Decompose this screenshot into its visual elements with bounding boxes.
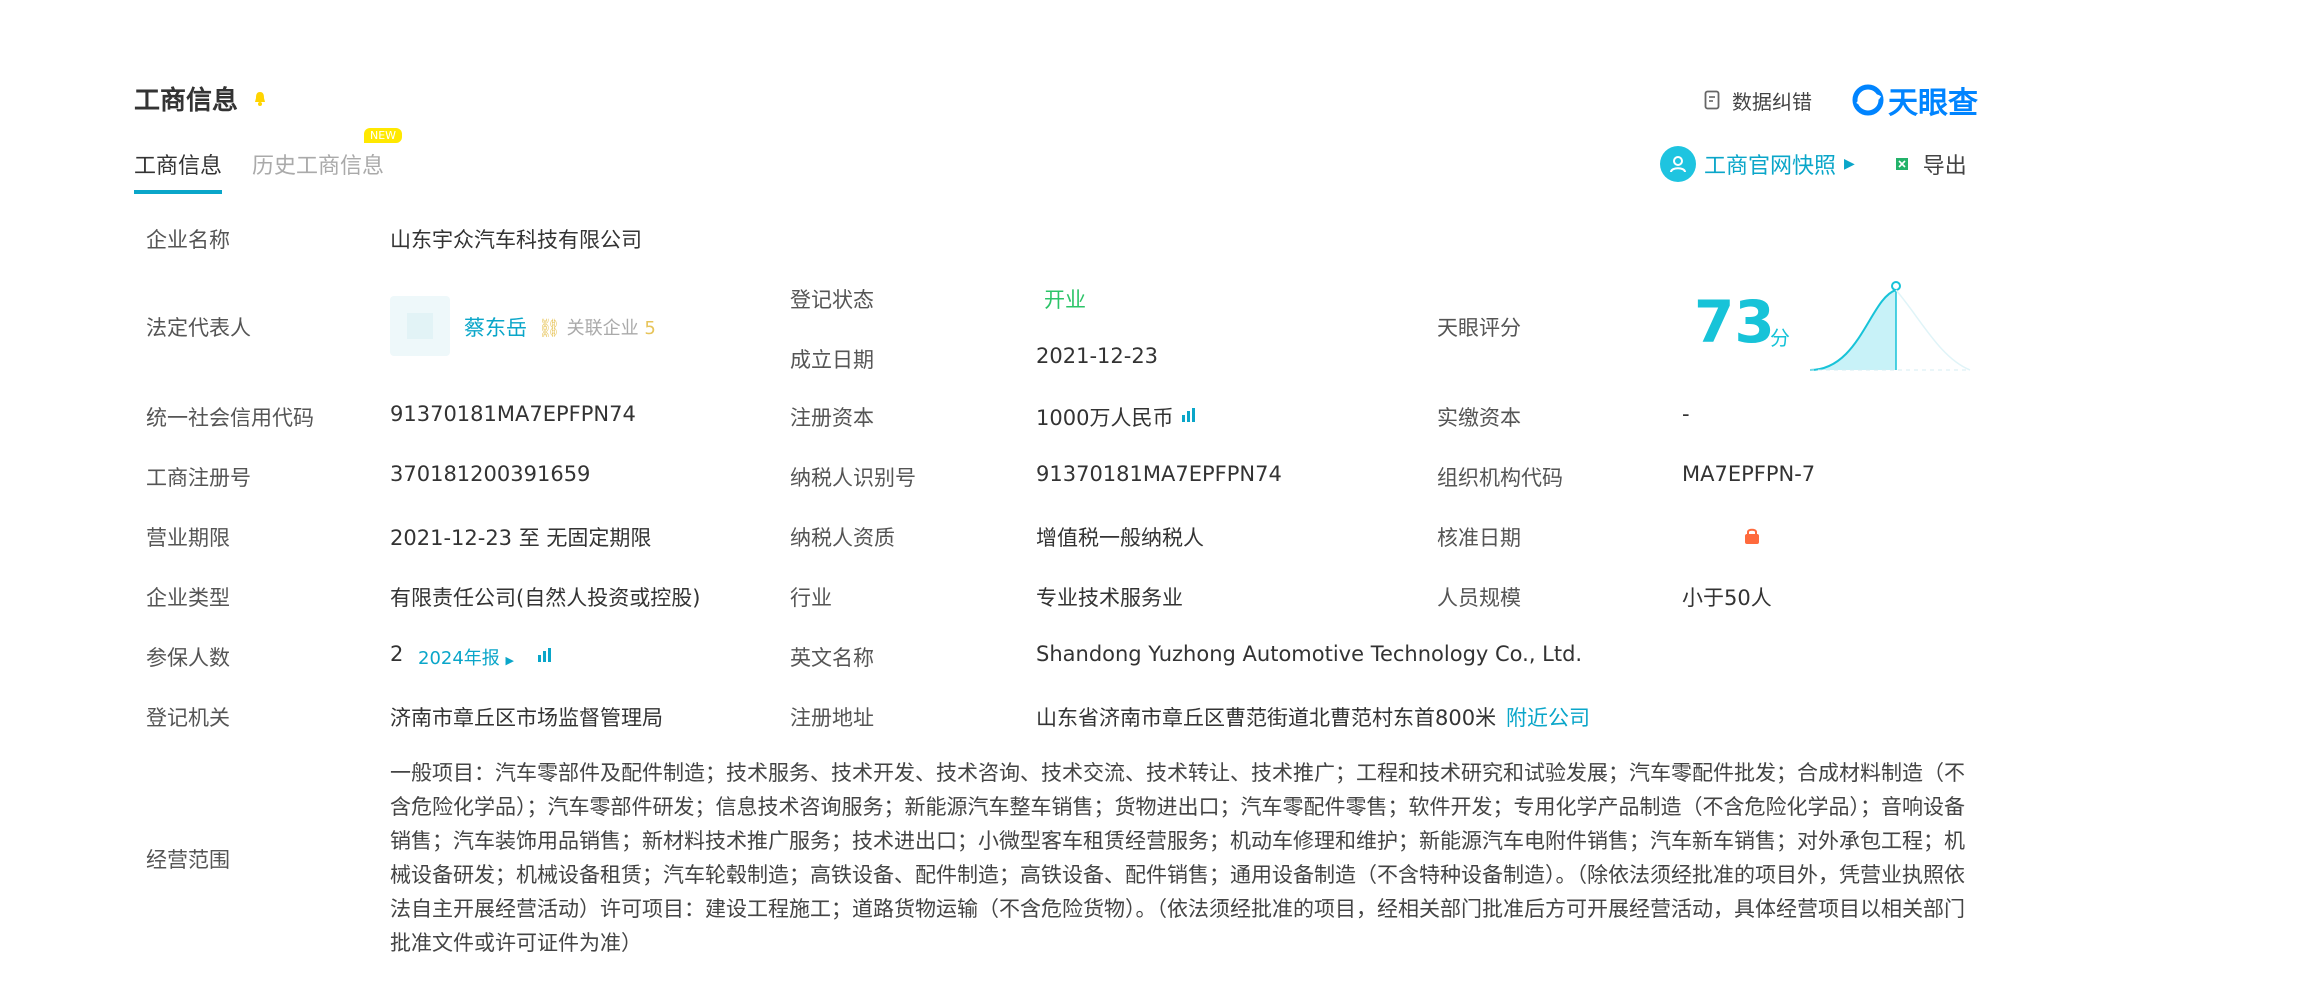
score-curve-chart (1809, 281, 1971, 371)
avatar[interactable] (390, 296, 450, 356)
reg-number-value: 370181200391659 (390, 462, 591, 486)
lock-icon[interactable] (1742, 526, 1762, 546)
authority-label: 登记机关 (146, 706, 230, 730)
reg-capital-value: 1000万人民币 (1036, 406, 1174, 430)
excel-icon (1895, 158, 1908, 170)
export-button[interactable]: 导出 (1895, 148, 1967, 180)
tianyancha-logo-icon (1852, 84, 1884, 116)
company-info-page: 工商信息 数据纠错 天眼查 工商信息 历史工商信息 NEW 工商官网快照 ▶ 导… (0, 0, 2314, 986)
nearby-companies-link[interactable]: 附近公司 (1506, 702, 1590, 732)
tab-business-info[interactable]: 工商信息 (134, 148, 223, 194)
company-type-label: 企业类型 (146, 586, 230, 610)
tab-history-business-info[interactable]: 历史工商信息 NEW (252, 128, 403, 194)
industry-label: 行业 (790, 586, 832, 610)
credit-code-label: 统一社会信用代码 (146, 406, 314, 430)
legal-rep-label: 法定代表人 (146, 316, 251, 340)
staff-size-value: 小于50人 (1682, 586, 1772, 610)
official-snapshot-button[interactable]: 工商官网快照 ▶ (1660, 146, 1855, 182)
term-label: 营业期限 (146, 526, 230, 550)
term-value: 2021-12-23 至 无固定期限 (390, 526, 652, 550)
bell-icon[interactable] (252, 91, 268, 107)
english-name-value: Shandong Yuzhong Automotive Technology C… (1036, 642, 1583, 666)
reg-number-label: 工商注册号 (146, 466, 251, 490)
action-bar: 工商官网快照 ▶ 导出 (1660, 146, 1967, 182)
established-value: 2021-12-23 (1036, 344, 1159, 368)
staff-size-label: 人员规模 (1437, 586, 1521, 610)
related-companies-link[interactable]: ⛓ 关联企业 5 (538, 314, 656, 340)
header-tools: 数据纠错 天眼查 (1704, 78, 1978, 122)
industry-value: 专业技术服务业 (1036, 586, 1183, 610)
scope-label: 经营范围 (146, 848, 230, 872)
authority-value: 济南市章丘区市场监督管理局 (390, 706, 663, 730)
address-value: 山东省济南市章丘区曹范街道北曹范村东首800米 (1036, 706, 1497, 730)
section-title: 工商信息 (134, 86, 239, 116)
scope-value: 一般项目：汽车零部件及配件制造；技术服务、技术开发、技术咨询、技术交流、技术转让… (390, 761, 1965, 955)
approval-date-label: 核准日期 (1437, 526, 1521, 550)
status-value: 开业 (1044, 288, 1086, 312)
company-type-value: 有限责任公司(自然人投资或控股) (390, 586, 701, 610)
company-name-label: 企业名称 (146, 228, 230, 252)
legal-rep-name-link[interactable]: 蔡东岳 (464, 312, 527, 342)
paid-capital-value: - (1682, 402, 1690, 426)
english-name-label: 英文名称 (790, 646, 874, 670)
caret-right-icon: ▶ (505, 654, 515, 667)
org-code-label: 组织机构代码 (1437, 466, 1563, 490)
chart-icon[interactable] (536, 646, 554, 664)
status-label: 登记状态 (790, 288, 874, 312)
taxpayer-qual-value: 增值税一般纳税人 (1036, 526, 1204, 550)
insured-label: 参保人数 (146, 646, 230, 670)
credit-code-value: 91370181MA7EPFPN74 (390, 402, 636, 426)
caret-right-icon: ▶ (1844, 156, 1855, 172)
org-code-value: MA7EPFPN-7 (1682, 462, 1816, 486)
tab-bar: 工商信息 历史工商信息 NEW (134, 128, 403, 194)
tianyancha-logo: 天眼查 (1852, 78, 1978, 122)
new-badge: NEW (363, 128, 403, 143)
link-icon: ⛓ (538, 318, 561, 339)
chart-icon[interactable] (1180, 406, 1198, 424)
data-correction-button[interactable]: 数据纠错 (1704, 86, 1812, 115)
taxpayer-id-label: 纳税人识别号 (790, 466, 916, 490)
score-unit: 分 (1770, 326, 1790, 350)
taxpayer-qual-label: 纳税人资质 (790, 526, 895, 550)
annual-report-link[interactable]: 2024年报 ▶ (418, 644, 514, 670)
taxpayer-id-value: 91370181MA7EPFPN74 (1036, 462, 1282, 486)
established-label: 成立日期 (790, 348, 874, 372)
reg-capital-label: 注册资本 (790, 406, 874, 430)
user-badge-icon (1660, 146, 1696, 182)
section-header: 工商信息 (134, 80, 268, 117)
company-name-value: 山东宇众汽车科技有限公司 (390, 228, 642, 252)
paid-capital-label: 实缴资本 (1437, 406, 1521, 430)
address-label: 注册地址 (790, 706, 874, 730)
score-label: 天眼评分 (1437, 316, 1521, 340)
score-value[interactable]: 73 (1694, 288, 1775, 356)
document-edit-icon (1704, 90, 1720, 110)
insured-value: 2 (390, 642, 404, 666)
